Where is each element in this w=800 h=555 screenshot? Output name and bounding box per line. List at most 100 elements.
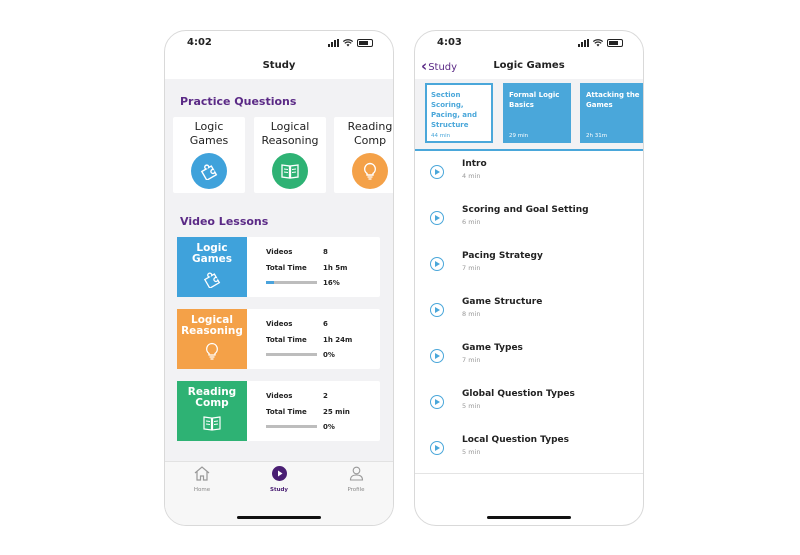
videos-label: Videos	[266, 248, 293, 256]
lesson-duration: 5 min	[462, 448, 481, 456]
wifi-icon	[593, 39, 603, 47]
lesson-duration: 8 min	[462, 310, 481, 318]
lesson-title: Global Question Types	[462, 389, 575, 399]
video-lesson-logic-games[interactable]: Logic Games Videos 8 Total Time 1h 5m 16…	[177, 237, 380, 297]
section-card[interactable]: Attacking the Games 2h 31m	[580, 83, 643, 143]
section-card-duration: 29 min	[509, 133, 529, 139]
lesson-row[interactable]: Scoring and Goal Setting 6 min	[415, 197, 643, 244]
total-time-label: Total Time	[266, 408, 307, 416]
lesson-title: Local Question Types	[462, 435, 570, 445]
puzzle-icon	[191, 153, 227, 189]
signal-icon	[328, 39, 339, 47]
home-indicator[interactable]	[487, 516, 571, 519]
practice-reading-comp-card[interactable]: Reading Comp	[334, 117, 393, 193]
total-time-label: Total Time	[266, 264, 307, 272]
progress-bar	[266, 281, 317, 284]
lesson-title: Game Types	[462, 343, 523, 353]
video-lesson-tile: Reading Comp	[177, 381, 247, 441]
video-lesson-logical-reasoning[interactable]: Logical Reasoning Videos 6 Total Time 1h…	[177, 309, 380, 369]
video-lesson-title: Logical Reasoning	[181, 314, 243, 337]
back-label: Study	[428, 62, 458, 73]
play-icon[interactable]	[430, 441, 444, 455]
back-button[interactable]: ‹Study	[421, 53, 457, 81]
tab-label: Profile	[347, 487, 365, 493]
lesson-row[interactable]: Global Question Types 5 min	[415, 381, 643, 428]
videos-label: Videos	[266, 392, 293, 400]
videos-count: 2	[323, 392, 328, 400]
play-icon[interactable]	[430, 257, 444, 271]
book-icon	[272, 153, 308, 189]
progress-bar	[266, 353, 317, 356]
lesson-row[interactable]: Pacing Strategy 7 min	[415, 243, 643, 290]
total-time-label: Total Time	[266, 336, 307, 344]
tab-study[interactable]: Study	[249, 466, 309, 493]
section-card-duration: 2h 31m	[586, 133, 608, 139]
progress-percent: 16%	[323, 279, 340, 287]
total-time-value: 1h 5m	[323, 264, 348, 272]
status-time: 4:03	[437, 37, 462, 48]
nav-bar: ‹Study Logic Games	[415, 53, 643, 79]
video-lesson-title: Reading Comp	[187, 386, 237, 409]
play-icon[interactable]	[430, 165, 444, 179]
lesson-duration: 5 min	[462, 402, 481, 410]
section-card-title: Formal Logic Basics	[509, 91, 560, 109]
lesson-row[interactable]: Game Structure 8 min	[415, 289, 643, 336]
play-icon[interactable]	[430, 395, 444, 409]
total-time-value: 1h 24m	[323, 336, 353, 344]
video-lesson-tile: Logical Reasoning	[177, 309, 247, 369]
status-time: 4:02	[187, 37, 212, 48]
play-icon[interactable]	[430, 349, 444, 363]
status-bar: 4:03	[415, 31, 643, 53]
lesson-duration: 4 min	[462, 172, 481, 180]
lesson-duration: 7 min	[462, 356, 481, 364]
home-icon	[194, 466, 210, 481]
videos-label: Videos	[266, 320, 293, 328]
practice-logical-reasoning-card[interactable]: Logical Reasoning	[254, 117, 326, 193]
lightbulb-icon	[206, 342, 218, 360]
tab-home[interactable]: Home	[172, 466, 232, 493]
practice-card-label: Reading Comp	[347, 120, 393, 147]
lesson-title: Game Structure	[462, 297, 543, 307]
progress-bar	[266, 425, 317, 428]
progress-percent: 0%	[323, 351, 335, 359]
study-screen: 4:02 Study Practice Questions Logic Game…	[164, 30, 394, 526]
puzzle-icon	[203, 272, 221, 288]
video-lesson-tile: Logic Games	[177, 237, 247, 297]
page-title: Logic Games	[493, 60, 565, 71]
lesson-title: Pacing Strategy	[462, 251, 543, 261]
section-card[interactable]: Formal Logic Basics 29 min	[503, 83, 571, 143]
progress-fill	[266, 281, 275, 284]
nav-bar: Study	[165, 53, 393, 79]
tab-label: Study	[269, 487, 289, 493]
book-icon	[203, 416, 221, 431]
practice-logic-games-card[interactable]: Logic Games	[173, 117, 245, 193]
progress-percent: 0%	[323, 423, 335, 431]
page-title: Study	[262, 60, 296, 71]
battery-icon	[357, 39, 373, 47]
section-card-title: Section Scoring, Pacing, and Structure	[431, 91, 478, 129]
profile-icon	[349, 466, 363, 481]
lesson-row[interactable]: Intro 4 min	[415, 151, 643, 198]
chevron-left-icon: ‹	[421, 57, 428, 75]
video-lesson-reading-comp[interactable]: Reading Comp Videos 2 Total Time 25 min …	[177, 381, 380, 441]
lesson-title: Scoring and Goal Setting	[462, 205, 589, 215]
home-indicator[interactable]	[237, 516, 321, 519]
video-lessons-heading: Video Lessons	[180, 215, 269, 228]
lesson-row[interactable]: Game Types 7 min	[415, 335, 643, 382]
lesson-title: Intro	[462, 159, 487, 169]
lightbulb-icon	[352, 153, 388, 189]
section-card-selected[interactable]: Section Scoring, Pacing, and Structure 4…	[425, 83, 493, 143]
tab-profile[interactable]: Profile	[326, 466, 386, 493]
section-cards-strip: Section Scoring, Pacing, and Structure 4…	[415, 79, 643, 151]
play-circle-icon	[271, 466, 287, 481]
wifi-icon	[343, 39, 353, 47]
play-icon[interactable]	[430, 211, 444, 225]
lesson-duration: 7 min	[462, 264, 481, 272]
tab-label: Home	[193, 487, 211, 493]
lesson-row[interactable]: Local Question Types 5 min	[415, 427, 643, 474]
play-icon[interactable]	[430, 303, 444, 317]
practice-card-label: Logic Games	[189, 120, 229, 147]
battery-icon	[607, 39, 623, 47]
video-lesson-title: Logic Games	[191, 242, 233, 265]
videos-count: 8	[323, 248, 328, 256]
